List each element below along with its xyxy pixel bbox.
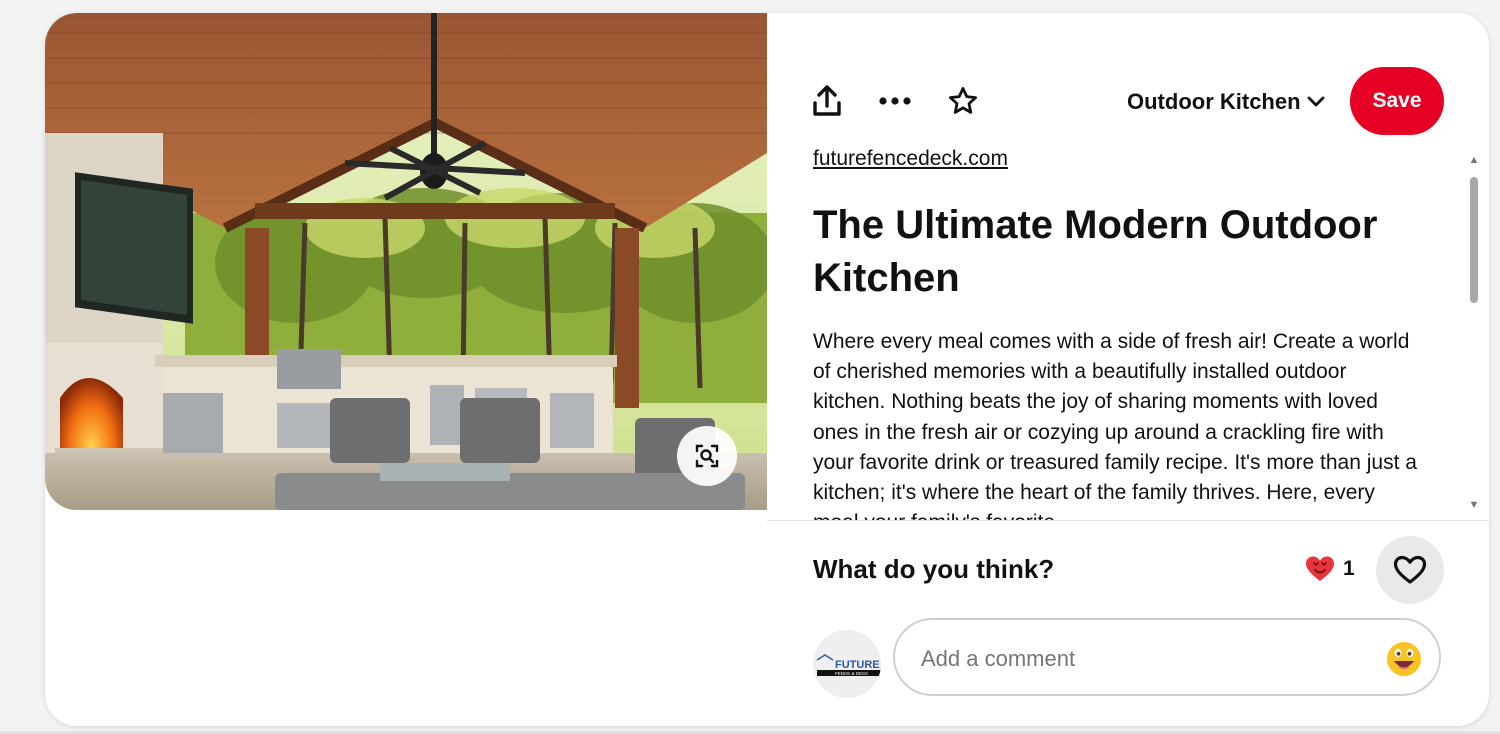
emoji-button[interactable] <box>1385 640 1423 678</box>
pin-toolbar: Outdoor Kitchen Save <box>767 67 1489 135</box>
lens-search-icon <box>695 444 719 468</box>
more-options-button[interactable] <box>875 81 915 121</box>
reaction-summary[interactable]: 1 <box>1305 555 1355 583</box>
outdoor-kitchen-photo <box>45 13 767 510</box>
pin-image[interactable] <box>45 13 767 510</box>
avatar[interactable]: FUTURE FENCE & DECK <box>813 630 881 698</box>
pin-description-scroll[interactable]: futurefencedeck.com The Ultimate Modern … <box>767 147 1489 521</box>
board-dropdown[interactable]: Outdoor Kitchen <box>1127 89 1325 115</box>
pin-card: Outdoor Kitchen Save futurefencedeck.com… <box>45 13 1489 726</box>
avatar-brand-line1: FUTURE <box>835 659 880 671</box>
share-icon <box>813 85 841 116</box>
visual-search-button[interactable] <box>677 426 737 486</box>
emoji-icon <box>1387 642 1421 676</box>
feedback-heading: What do you think? <box>813 554 1055 584</box>
divider <box>767 520 1489 521</box>
star-icon <box>949 87 977 114</box>
pin-title: The Ultimate Modern Outdoor Kitchen <box>813 203 1378 300</box>
reaction-count: 1 <box>1343 557 1355 580</box>
scrollbar[interactable]: ▲ ▼ <box>1467 153 1481 513</box>
save-button[interactable]: Save <box>1350 67 1444 135</box>
favorite-button[interactable] <box>943 81 983 121</box>
comment-field[interactable] <box>893 618 1441 696</box>
share-button[interactable] <box>807 81 847 121</box>
scroll-down-arrow[interactable]: ▼ <box>1467 498 1481 512</box>
future-fence-deck-logo: FUTURE FENCE & DECK <box>813 630 881 698</box>
heart-icon <box>1393 555 1427 584</box>
comment-input[interactable] <box>919 638 1363 680</box>
scroll-up-arrow[interactable]: ▲ <box>1467 153 1481 167</box>
board-name: Outdoor Kitchen <box>1127 89 1301 114</box>
heart-eyes-icon <box>1306 556 1334 581</box>
react-button[interactable] <box>1376 536 1444 604</box>
more-icon <box>879 97 911 105</box>
pin-details: Outdoor Kitchen Save futurefencedeck.com… <box>767 13 1489 726</box>
avatar-brand-line2: FENCE & DECK <box>835 671 868 676</box>
pin-description: Where every meal comes with a side of fr… <box>813 330 1417 521</box>
scrollbar-thumb[interactable] <box>1470 177 1478 303</box>
chevron-down-icon <box>1307 96 1324 107</box>
source-link[interactable]: futurefencedeck.com <box>813 147 1008 171</box>
